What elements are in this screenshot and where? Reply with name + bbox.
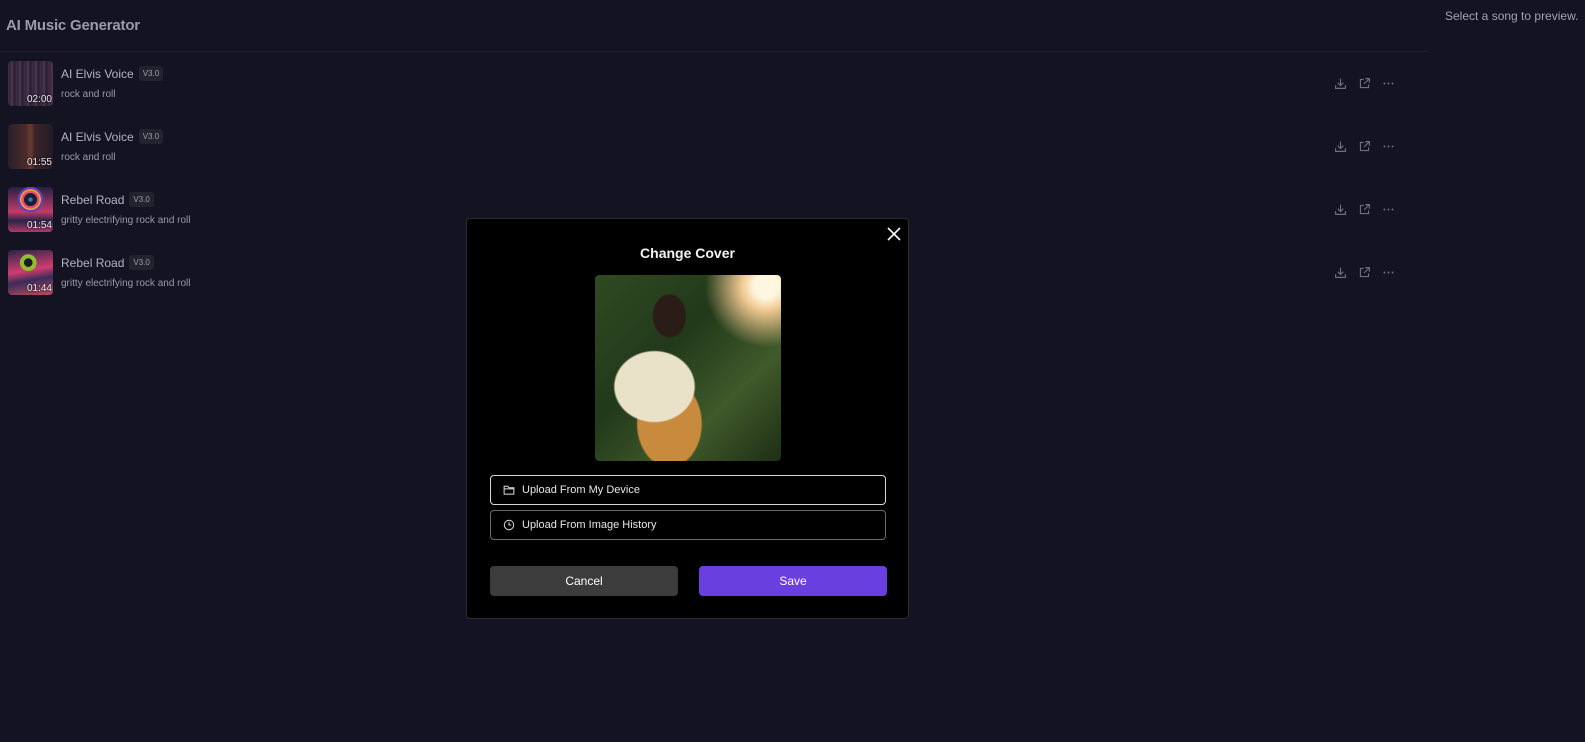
- song-title[interactable]: Rebel Road: [61, 193, 124, 207]
- song-title[interactable]: Rebel Road: [61, 256, 124, 270]
- download-button[interactable]: [1332, 75, 1348, 91]
- version-badge: V3.0: [129, 192, 154, 207]
- share-icon: [1359, 140, 1370, 151]
- download-icon: [1334, 204, 1346, 215]
- more-icon: [1382, 208, 1394, 210]
- version-badge: V3.0: [129, 255, 154, 270]
- share-button[interactable]: [1356, 264, 1372, 280]
- download-button[interactable]: [1332, 201, 1348, 217]
- song-title-group: Rebel Road V3.0: [61, 192, 154, 207]
- download-icon: [1334, 78, 1346, 89]
- change-cover-modal: Change Cover Upload From My Device Uploa…: [466, 218, 909, 619]
- share-icon: [1359, 266, 1370, 277]
- download-button[interactable]: [1332, 138, 1348, 154]
- song-row[interactable]: 02:00 AI Elvis Voice V3.0 rock and roll: [0, 61, 1429, 124]
- preview-empty-text: Select a song to preview.: [1445, 9, 1579, 23]
- cover-image-preview: [595, 275, 781, 461]
- more-options-button[interactable]: [1380, 138, 1396, 154]
- song-cover-thumbnail[interactable]: 01:54: [8, 187, 53, 232]
- more-icon: [1382, 271, 1394, 273]
- song-description: rock and roll: [61, 152, 116, 163]
- song-title-group: AI Elvis Voice V3.0: [61, 129, 164, 144]
- download-button[interactable]: [1332, 264, 1348, 280]
- song-duration: 01:54: [26, 220, 52, 231]
- song-row[interactable]: 01:55 AI Elvis Voice V3.0 rock and roll: [0, 124, 1429, 187]
- modal-title: Change Cover: [640, 245, 735, 261]
- song-cover-thumbnail[interactable]: 01:44: [8, 250, 53, 295]
- more-icon: [1382, 82, 1394, 84]
- song-title-group: Rebel Road V3.0: [61, 255, 154, 270]
- header-divider: [0, 51, 1429, 52]
- version-badge: V3.0: [138, 129, 164, 144]
- share-icon: [1359, 203, 1370, 214]
- share-button[interactable]: [1356, 201, 1372, 217]
- upload-from-history-button[interactable]: Upload From Image History: [490, 510, 886, 540]
- version-badge: V3.0: [138, 66, 164, 81]
- upload-from-device-button[interactable]: Upload From My Device: [490, 475, 886, 505]
- share-button[interactable]: [1356, 138, 1372, 154]
- song-actions: [1332, 201, 1396, 217]
- more-icon: [1382, 145, 1394, 147]
- download-icon: [1334, 267, 1346, 278]
- share-icon: [1359, 77, 1370, 88]
- song-duration: 01:44: [26, 283, 52, 294]
- app-title: AI Music Generator: [6, 17, 140, 34]
- cancel-button[interactable]: Cancel: [490, 566, 678, 596]
- upload-from-device-label: Upload From My Device: [522, 484, 640, 496]
- song-cover-thumbnail[interactable]: 01:55: [8, 124, 53, 169]
- clock-icon: [503, 519, 515, 531]
- close-icon: [887, 227, 901, 241]
- song-cover-thumbnail[interactable]: 02:00: [8, 61, 53, 106]
- song-title[interactable]: AI Elvis Voice: [61, 130, 134, 144]
- save-button[interactable]: Save: [699, 566, 887, 596]
- share-button[interactable]: [1356, 75, 1372, 91]
- song-description: gritty electrifying rock and roll: [61, 278, 191, 289]
- song-duration: 02:00: [26, 94, 52, 105]
- close-button[interactable]: [886, 226, 902, 242]
- song-actions: [1332, 75, 1396, 91]
- song-title-group: AI Elvis Voice V3.0: [61, 66, 164, 81]
- song-actions: [1332, 264, 1396, 280]
- song-duration: 01:55: [26, 157, 52, 168]
- song-description: rock and roll: [61, 89, 116, 100]
- more-options-button[interactable]: [1380, 75, 1396, 91]
- song-description: gritty electrifying rock and roll: [61, 215, 191, 226]
- download-icon: [1334, 141, 1346, 152]
- song-title[interactable]: AI Elvis Voice: [61, 67, 134, 81]
- song-actions: [1332, 138, 1396, 154]
- folder-icon: [503, 485, 515, 495]
- more-options-button[interactable]: [1380, 201, 1396, 217]
- upload-from-history-label: Upload From Image History: [522, 519, 657, 531]
- more-options-button[interactable]: [1380, 264, 1396, 280]
